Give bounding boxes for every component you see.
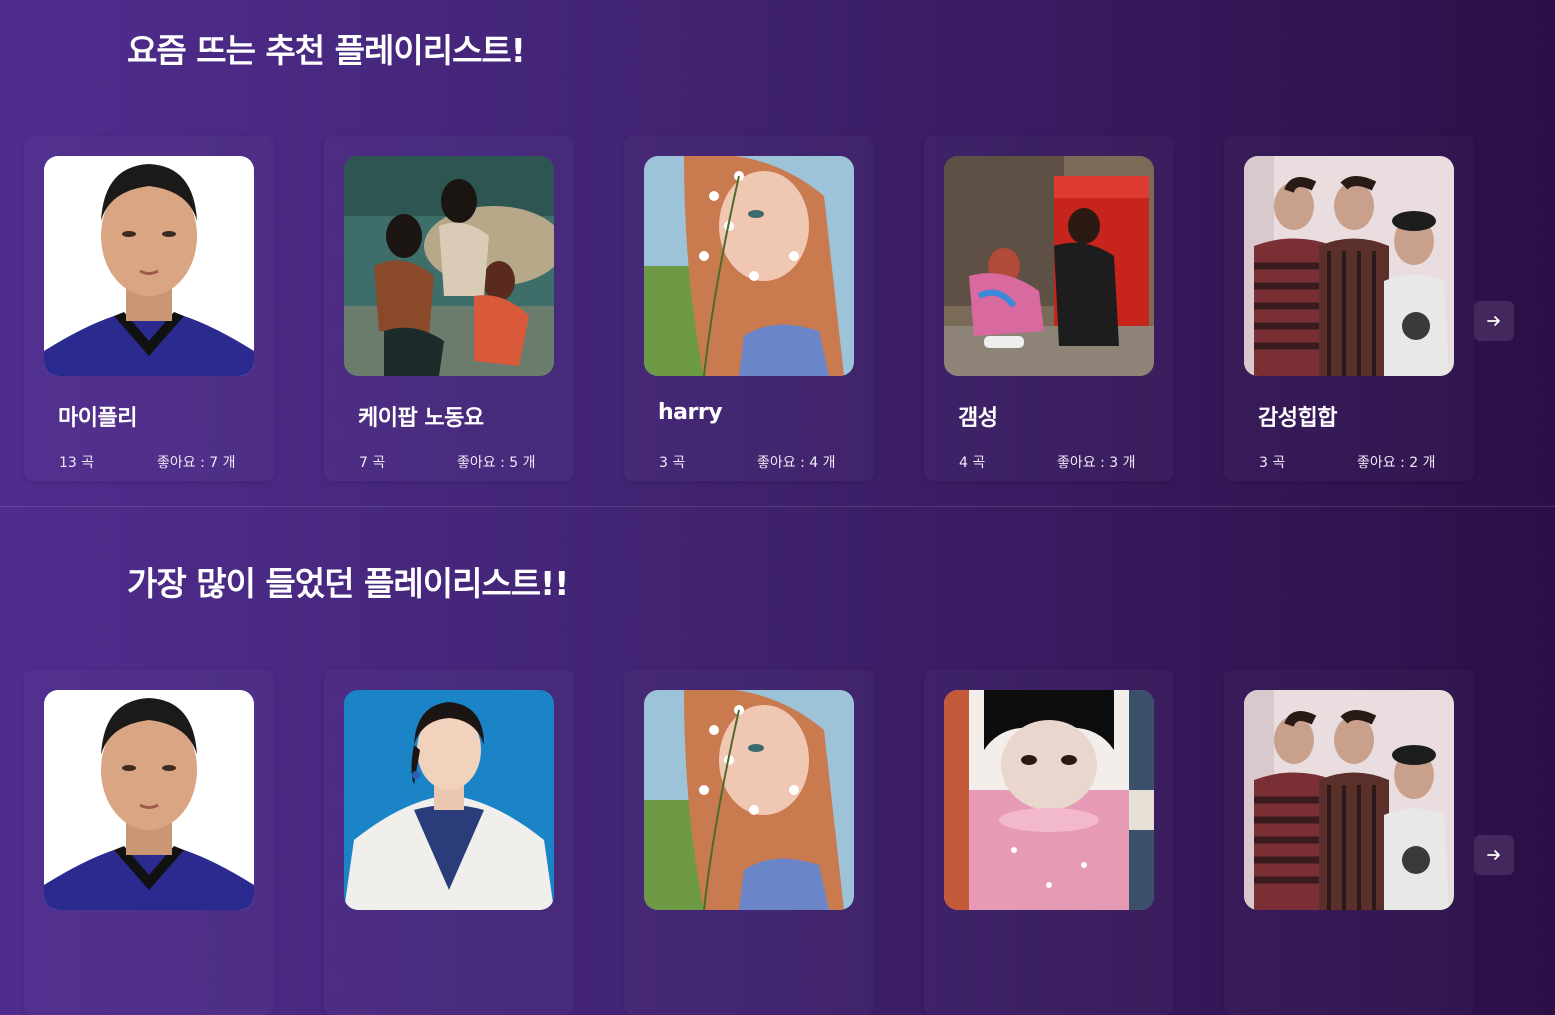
- playlist-title: 마이플리: [58, 406, 137, 431]
- playlist-card[interactable]: [24, 670, 274, 1015]
- playlist-cover-image: [1244, 690, 1454, 910]
- like-count: 좋아요 : 3 개: [1057, 455, 1136, 471]
- like-count: 좋아요 : 7 개: [157, 455, 236, 471]
- song-count: 3 곡: [1259, 455, 1286, 471]
- playlist-card[interactable]: 감성힙합 3 곡 좋아요 : 2 개: [1224, 136, 1474, 481]
- playlist-title: 케이팝 노동요: [358, 406, 484, 431]
- carousel-next-button[interactable]: [1474, 835, 1514, 875]
- song-count: 13 곡: [59, 455, 95, 471]
- playlist-cover-image: [344, 690, 554, 910]
- carousel-next-button[interactable]: [1474, 301, 1514, 341]
- playlist-card[interactable]: [924, 670, 1174, 1015]
- song-count: 7 곡: [359, 455, 386, 471]
- song-count: 3 곡: [659, 455, 686, 471]
- playlist-cover-image: [1244, 156, 1454, 376]
- playlist-card[interactable]: 마이플리 13 곡 좋아요 : 7 개: [24, 136, 274, 481]
- playlist-card[interactable]: 케이팝 노동요 7 곡 좋아요 : 5 개: [324, 136, 574, 481]
- playlist-cover-image: [44, 690, 254, 910]
- playlist-cover-image: [944, 156, 1154, 376]
- arrow-right-icon: [1487, 850, 1500, 860]
- like-count: 좋아요 : 2 개: [1357, 455, 1436, 471]
- section-title: 요즘 뜨는 추천 플레이리스트!: [127, 31, 526, 70]
- playlist-card[interactable]: [324, 670, 574, 1015]
- playlist-card[interactable]: 갬성 4 곡 좋아요 : 3 개: [924, 136, 1174, 481]
- like-count: 좋아요 : 5 개: [457, 455, 536, 471]
- playlist-card[interactable]: harry 3 곡 좋아요 : 4 개: [624, 136, 874, 481]
- playlist-cover-image: [44, 156, 254, 376]
- like-count: 좋아요 : 4 개: [757, 455, 836, 471]
- section-title: 가장 많이 들었던 플레이리스트!!: [127, 564, 569, 603]
- playlist-title: 감성힙합: [1258, 406, 1337, 431]
- trending-playlists-section: 요즘 뜨는 추천 플레이리스트! 마이플리 13 곡 좋아요 : 7 개 케이팝…: [0, 0, 1555, 506]
- playlist-title: 갬성: [958, 406, 998, 431]
- playlist-card[interactable]: [1224, 670, 1474, 1015]
- playlist-cover-image: [944, 690, 1154, 910]
- playlist-cover-image: [344, 156, 554, 376]
- playlist-cover-image: [644, 690, 854, 910]
- most-played-playlists-section: 가장 많이 들었던 플레이리스트!!: [0, 507, 1555, 925]
- playlist-card[interactable]: [624, 670, 874, 1015]
- playlist-title: harry: [658, 400, 723, 425]
- song-count: 4 곡: [959, 455, 986, 471]
- arrow-right-icon: [1487, 316, 1500, 326]
- playlist-cover-image: [644, 156, 854, 376]
